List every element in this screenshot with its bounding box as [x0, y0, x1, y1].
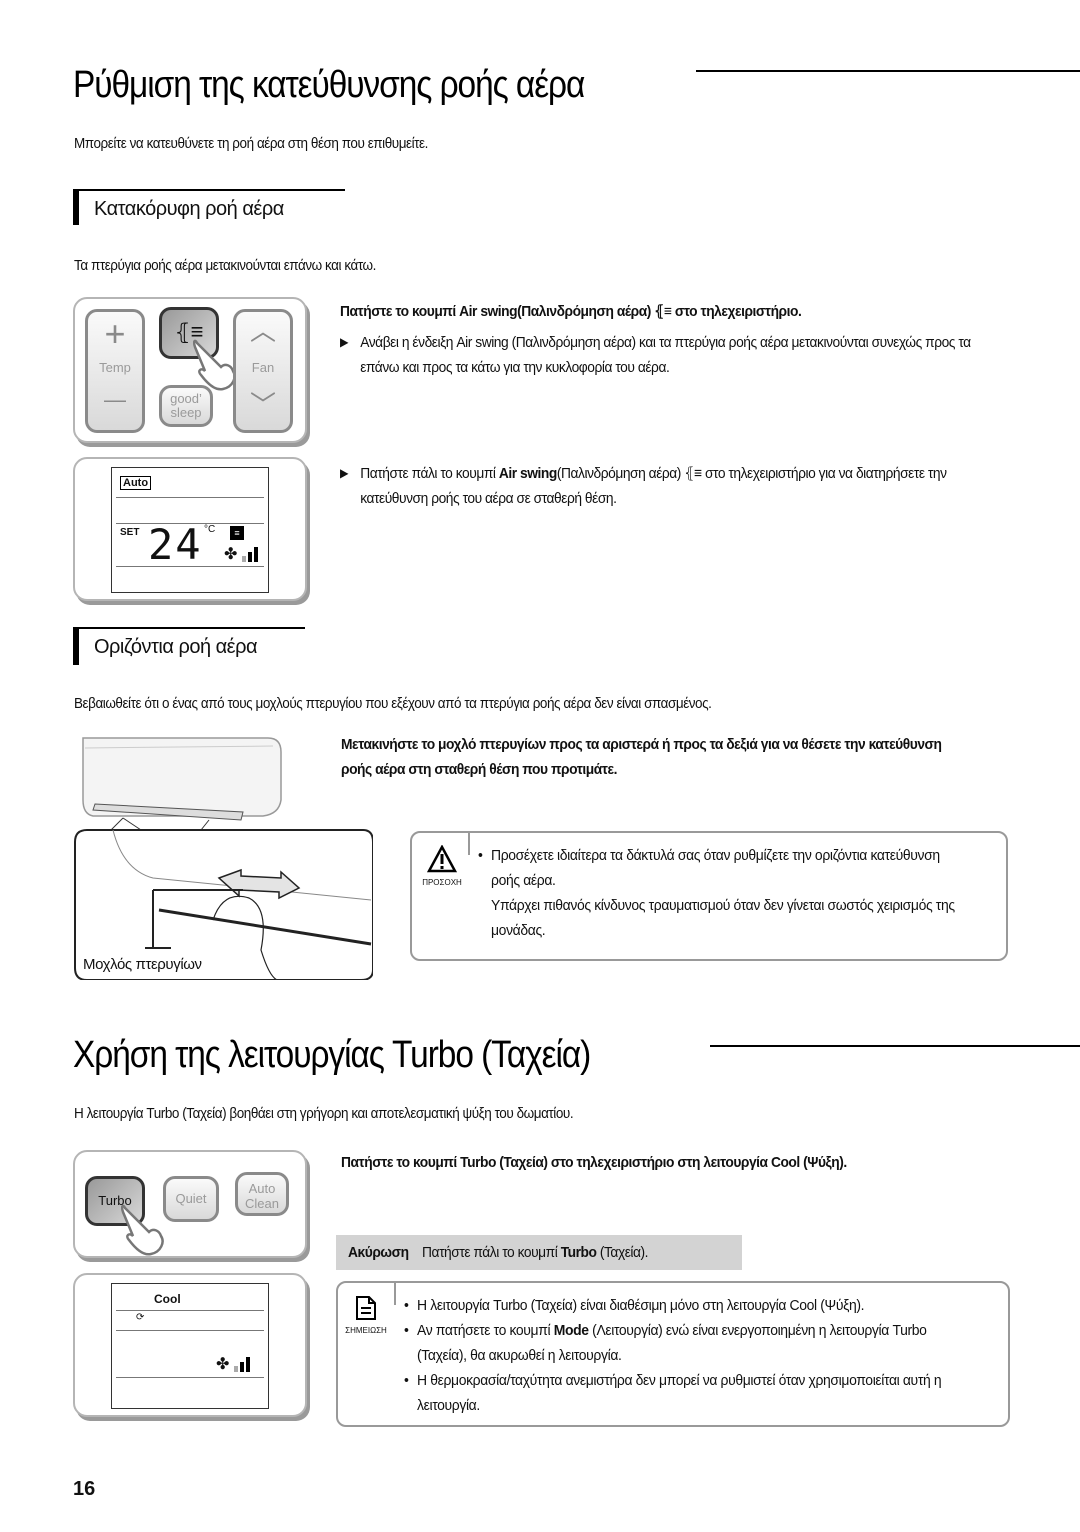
- lcd-display: Auto SET 24 °C ≡ ✤: [111, 467, 269, 593]
- subheading-bar: [73, 627, 79, 665]
- subheading-bar: [73, 189, 79, 225]
- note-item: • Αν πατήσετε το κουμπί Mode (Λειτουργία)…: [404, 1322, 927, 1364]
- pointing-hand-icon: [192, 337, 236, 391]
- remote-buttons-panel: + Temp — ⦃≡ good’ sleep ︿ Fan ﹀: [73, 297, 307, 443]
- vertical-bullet-2: ▶ Πατήστε πάλι το κουμπί Air swing(Παλιν…: [340, 461, 995, 511]
- vertical-step: Πατήστε το κουμπί Air swing(Παλινδρόμηση…: [340, 303, 802, 320]
- note-item: • Η λειτουργία Turbo (Ταχεία) είναι διαθέ…: [404, 1297, 865, 1314]
- subheading-horizontal: Οριζόντια ροή αέρα: [94, 636, 258, 658]
- note-label: ΣΗΜΕΙΩΣΗ: [345, 1326, 387, 1335]
- title-rule: [696, 70, 1080, 72]
- lcd-set-label: SET: [120, 527, 140, 538]
- remote-display-panel: Auto SET 24 °C ≡ ✤: [73, 457, 307, 601]
- fan-bar-2: [240, 1362, 244, 1372]
- cancel-label: Ακύρωση: [348, 1244, 409, 1261]
- airflow-intro: Μπορείτε να κατευθύνετε τη ροή αέρα στη …: [74, 135, 428, 152]
- air-swing-icon: ⦃≡: [684, 465, 702, 482]
- page-number: 16: [73, 1478, 96, 1500]
- fan-button[interactable]: ︿ Fan ﹀: [233, 309, 293, 433]
- caution-box: ΠΡΟΣΟΧΗ • Προσέχετε ιδιαίτερα τα δάκτυλά…: [410, 831, 1008, 961]
- lcd-turbo-icon: ⟳: [136, 1312, 145, 1323]
- caution-text: • Προσέχετε ιδιαίτερα τα δάκτυλά σας ότα…: [478, 843, 962, 943]
- lcd-display: Cool ⟳ ✤: [111, 1283, 269, 1409]
- turbo-remote-display: Cool ⟳ ✤: [73, 1273, 307, 1417]
- fan-bar-3: [254, 547, 258, 562]
- caution-icon: ΠΡΟΣΟΧΗ: [422, 844, 462, 887]
- bullet-triangle-icon: ▶: [340, 335, 349, 349]
- horizontal-desc: Βεβαιωθείτε ότι ο ένας από τους μοχλούς …: [74, 695, 712, 712]
- lcd-fan-icon: ✤: [224, 546, 238, 563]
- turbo-remote-buttons: Turbo Quiet Auto Clean: [73, 1150, 307, 1258]
- note-item: • Η θερμοκρασία/ταχύτητα ανεμιστήρα δεν μ…: [404, 1372, 942, 1414]
- title-rule: [710, 1045, 1080, 1047]
- caution-label: ΠΡΟΣΟΧΗ: [422, 878, 462, 887]
- temp-button[interactable]: + Temp —: [85, 309, 145, 433]
- horizontal-step: Μετακινήστε το μοχλό πτερυγίων προς τα α…: [341, 736, 942, 778]
- good-sleep-button[interactable]: good’ sleep: [159, 385, 213, 427]
- lcd-unit: °C: [204, 524, 216, 535]
- turbo-intro: Η λειτουργία Turbo (Ταχεία) βοηθάει στη …: [74, 1105, 574, 1122]
- air-swing-icon: ⦃≡: [654, 303, 672, 320]
- subheading-vertical: Κατακόρυφη ροή αέρα: [94, 198, 284, 220]
- auto-clean-button[interactable]: Auto Clean: [235, 1172, 289, 1216]
- fan-bar-2: [248, 552, 252, 562]
- lcd-air-swing-icon: ≡: [230, 526, 244, 540]
- caution-item: • Προσέχετε ιδιαίτερα τα δάκτυλά σας ότα…: [478, 847, 955, 939]
- fan-bar-3: [246, 1357, 250, 1372]
- turbo-step: Πατήστε το κουμπί Turbo (Ταχεία) στο τηλ…: [341, 1154, 847, 1171]
- vertical-bullet-1: ▶ Ανάβει η ένδειξη Air swing (Παλινδρόμη…: [340, 330, 995, 380]
- pointing-hand-icon: [120, 1202, 169, 1263]
- note-box: ΣΗΜΕΙΩΣΗ • Η λειτουργία Turbo (Ταχεία) εί…: [336, 1281, 1010, 1427]
- bullet-triangle-icon: ▶: [340, 466, 349, 480]
- lcd-mode-cool: Cool: [154, 1292, 181, 1306]
- lcd-mode-auto: Auto: [120, 476, 152, 490]
- subheading-rule: [73, 627, 305, 629]
- cancel-bar: Ακύρωση Πατήστε πάλι το κουμπί Turbo (Τα…: [336, 1235, 742, 1270]
- lcd-temperature: 24: [148, 520, 203, 569]
- lever-label: Μοχλός πτερυγίων: [83, 956, 202, 973]
- fan-bar-1: [242, 556, 246, 562]
- note-icon: ΣΗΜΕΙΩΣΗ: [344, 1295, 388, 1335]
- page-title-airflow: Ρύθμιση της κατεύθυνσης ροής αέρα: [73, 64, 585, 106]
- vertical-desc: Τα πτερύγια ροής αέρα μετακινούνται επάν…: [74, 257, 376, 274]
- lcd-fan-icon: ✤: [216, 1356, 230, 1373]
- note-text: • Η λειτουργία Turbo (Ταχεία) είναι διαθέ…: [404, 1293, 962, 1418]
- subheading-rule: [73, 189, 345, 191]
- page-title-turbo: Χρήση της λειτουργίας Turbo (Ταχεία): [73, 1034, 591, 1076]
- fan-bar-1: [234, 1366, 238, 1372]
- quiet-button[interactable]: Quiet: [163, 1176, 219, 1222]
- ac-unit-illustration: Μοχλός πτερυγίων: [73, 730, 374, 981]
